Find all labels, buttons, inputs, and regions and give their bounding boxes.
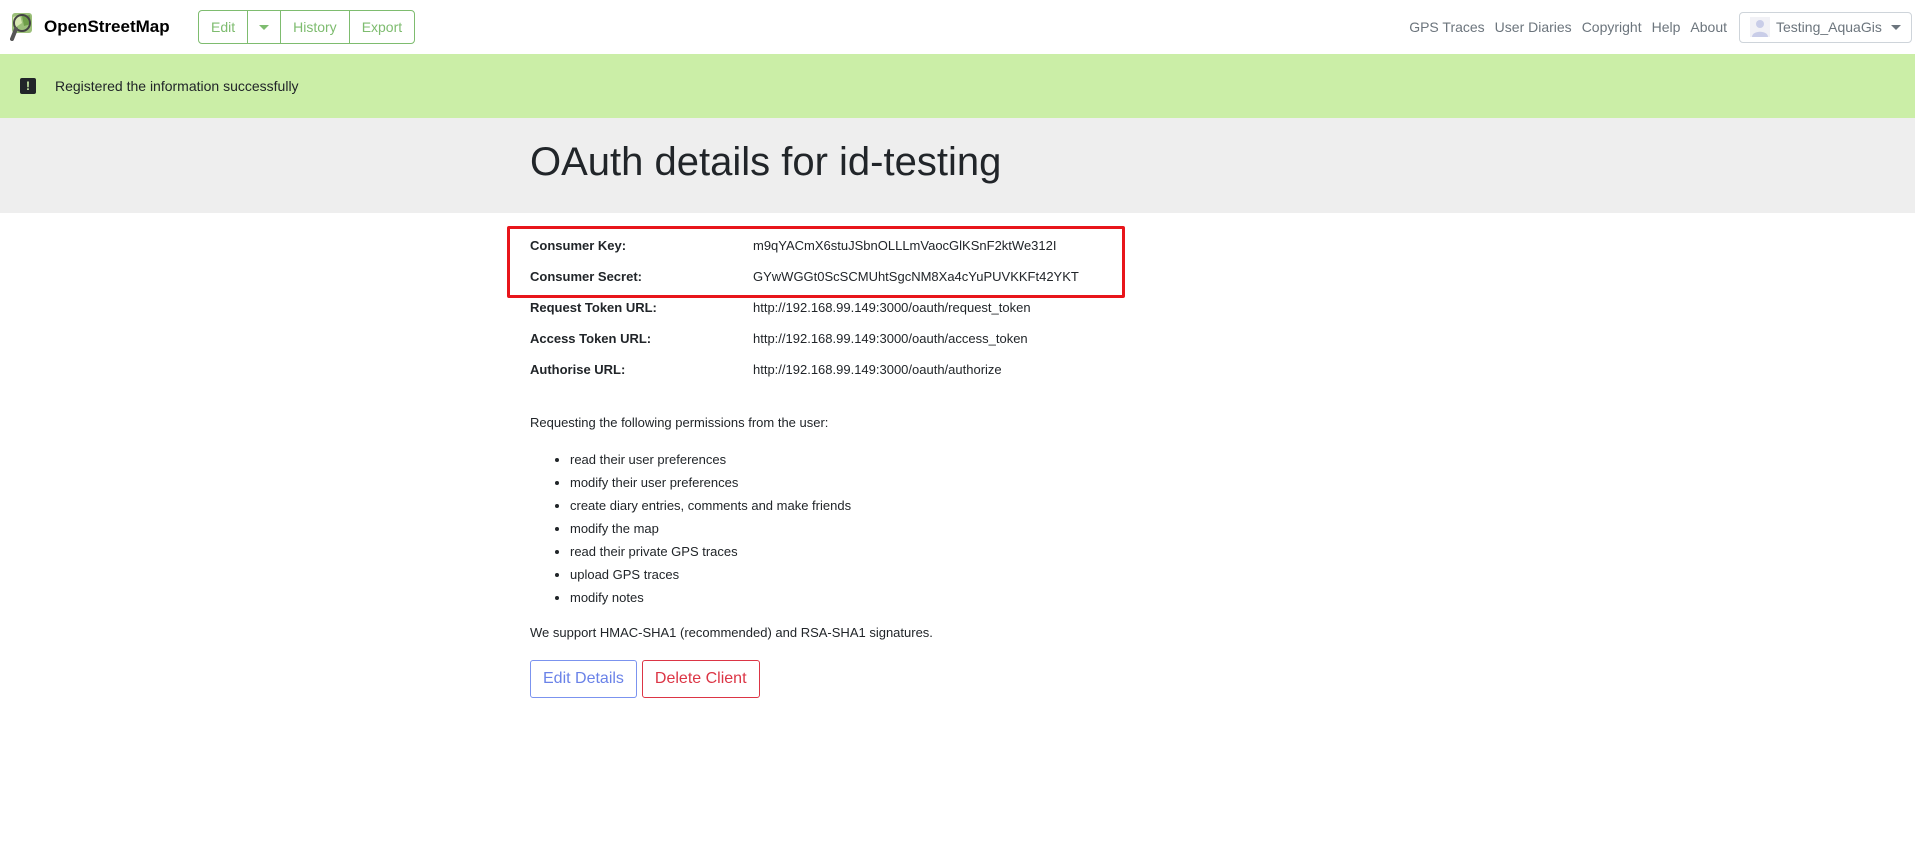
secondary-nav: GPS Traces User Diaries Copyright Help A… xyxy=(1409,0,1915,54)
exclamation-icon: ! xyxy=(20,78,36,94)
nav-about[interactable]: About xyxy=(1690,19,1727,35)
edit-button[interactable]: Edit xyxy=(199,11,249,43)
top-navbar: OpenStreetMap Edit History Export GPS Tr… xyxy=(0,0,1915,54)
permissions-list: read their user preferences modify their… xyxy=(530,448,1430,609)
delete-client-button[interactable]: Delete Client xyxy=(641,660,760,698)
page-header-band: OAuth details for id-testing xyxy=(0,118,1915,213)
history-button[interactable]: History xyxy=(281,11,350,43)
list-item: create diary entries, comments and make … xyxy=(570,494,1430,517)
detail-row-access-token-url: Access Token URL: http://192.168.99.149:… xyxy=(530,323,1430,354)
list-item: upload GPS traces xyxy=(570,563,1430,586)
chevron-down-icon xyxy=(1890,24,1901,30)
detail-label: Consumer Secret: xyxy=(530,269,642,284)
nav-help[interactable]: Help xyxy=(1652,19,1681,35)
page-title: OAuth details for id-testing xyxy=(530,140,1002,184)
chevron-down-icon xyxy=(259,24,270,30)
signature-support-text: We support HMAC-SHA1 (recommended) and R… xyxy=(530,625,933,640)
edit-details-button[interactable]: Edit Details xyxy=(530,660,637,698)
nav-copyright[interactable]: Copyright xyxy=(1582,19,1642,35)
permissions-intro: Requesting the following permissions fro… xyxy=(530,415,829,430)
consumer-secret-value: GYwWGGt0ScSCMUhtSgcNM8Xa4cYuPUVKKFt42YKT xyxy=(753,269,1079,284)
flash-message: Registered the information successfully xyxy=(55,78,299,94)
authorise-url-value: http://192.168.99.149:3000/oauth/authori… xyxy=(753,362,1002,377)
access-token-url-value: http://192.168.99.149:3000/oauth/access_… xyxy=(753,331,1028,346)
list-item: modify notes xyxy=(570,586,1430,609)
consumer-key-value: m9qYACmX6stuJSbnOLLLmVaocGlKSnF2ktWe312I xyxy=(753,238,1057,253)
detail-row-request-token-url: Request Token URL: http://192.168.99.149… xyxy=(530,292,1430,323)
client-actions: Edit Details Delete Client xyxy=(530,660,1430,698)
detail-row-consumer-key: Consumer Key: m9qYACmX6stuJSbnOLLLmVaocG… xyxy=(530,230,1430,261)
brand-name: OpenStreetMap xyxy=(44,16,170,36)
export-button[interactable]: Export xyxy=(350,11,414,43)
list-item: modify their user preferences xyxy=(570,471,1430,494)
request-token-url-value: http://192.168.99.149:3000/oauth/request… xyxy=(753,300,1031,315)
nav-user-diaries[interactable]: User Diaries xyxy=(1495,19,1572,35)
flash-notice: ! Registered the information successfull… xyxy=(0,54,1915,118)
user-menu-button[interactable]: Testing_AquaGis xyxy=(1739,11,1912,43)
details-list: Consumer Key: m9qYACmX6stuJSbnOLLLmVaocG… xyxy=(530,230,1430,385)
osm-magnifier-logo-icon xyxy=(10,11,40,41)
list-item: read their user preferences xyxy=(570,448,1430,471)
user-avatar-icon xyxy=(1750,17,1770,37)
edit-dropdown-toggle[interactable] xyxy=(248,11,282,43)
list-item: modify the map xyxy=(570,517,1430,540)
detail-row-authorise-url: Authorise URL: http://192.168.99.149:300… xyxy=(530,354,1430,385)
nav-gps-traces[interactable]: GPS Traces xyxy=(1409,19,1484,35)
detail-label: Authorise URL: xyxy=(530,362,626,377)
osm-logo-link[interactable]: OpenStreetMap xyxy=(10,11,170,41)
edit-button-group: Edit History Export xyxy=(198,10,416,44)
list-item: read their private GPS traces xyxy=(570,540,1430,563)
detail-label: Access Token URL: xyxy=(530,331,652,346)
detail-label: Request Token URL: xyxy=(530,300,657,315)
detail-label: Consumer Key: xyxy=(530,238,627,253)
username-label: Testing_AquaGis xyxy=(1776,19,1882,35)
oauth-details-content: Consumer Key: m9qYACmX6stuJSbnOLLLmVaocG… xyxy=(530,213,1430,698)
detail-row-consumer-secret: Consumer Secret: GYwWGGt0ScSCMUhtSgcNM8X… xyxy=(530,261,1430,292)
